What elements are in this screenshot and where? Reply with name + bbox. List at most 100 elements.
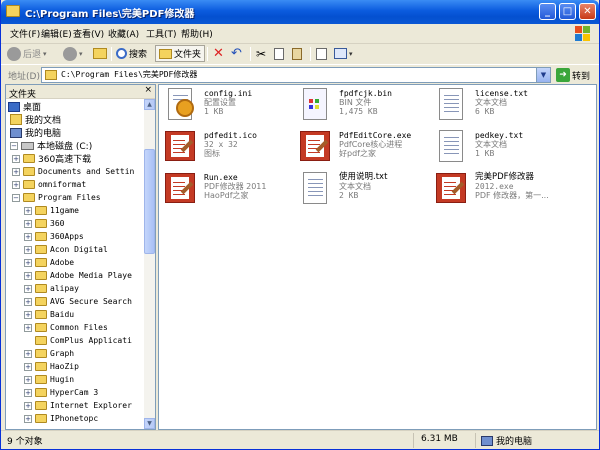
- folder-icon: [6, 5, 20, 17]
- undo-button[interactable]: ↶: [231, 45, 242, 62]
- drive-icon: [21, 141, 34, 150]
- menu-file[interactable]: 文件(F): [10, 27, 40, 40]
- paste-button[interactable]: [292, 45, 302, 62]
- tree-item[interactable]: + omniformat: [12, 178, 86, 191]
- scroll-thumb[interactable]: [144, 149, 155, 254]
- address-input[interactable]: C:\Program Files\完美PDF修改器 ▼: [41, 67, 551, 83]
- tree-item[interactable]: +360高速下载: [12, 152, 91, 165]
- expand-icon[interactable]: +: [24, 349, 32, 358]
- go-button[interactable]: ➜ 转到: [556, 68, 590, 82]
- status-divider: [475, 433, 476, 448]
- tree-item[interactable]: +360Apps: [24, 230, 84, 243]
- folder-icon: [23, 154, 35, 163]
- expand-icon[interactable]: +: [24, 375, 32, 384]
- forward-button[interactable]: ▾: [63, 45, 83, 62]
- folders-button[interactable]: 文件夹: [155, 45, 206, 62]
- copy-button[interactable]: [274, 45, 284, 62]
- tree-item[interactable]: + Baidu: [24, 308, 74, 321]
- menu-view[interactable]: 查看(V): [73, 27, 104, 40]
- expand-icon[interactable]: +: [24, 258, 32, 267]
- file-item[interactable]: pdfedit.ico 32 x 32 图标: [162, 129, 302, 169]
- tree-item[interactable]: + IPhonetopc: [24, 412, 98, 425]
- expand-icon[interactable]: +: [24, 232, 32, 241]
- folder-icon: [23, 167, 35, 176]
- expand-icon[interactable]: +: [24, 388, 32, 397]
- back-button[interactable]: 后退 ▾: [7, 45, 47, 62]
- properties-button[interactable]: [316, 45, 327, 62]
- expand-icon[interactable]: +: [24, 271, 32, 280]
- search-button[interactable]: 搜索: [116, 45, 147, 62]
- file-item[interactable]: config.ini 配置设置 1 KB: [162, 87, 302, 127]
- expand-icon[interactable]: +: [24, 401, 32, 410]
- file-name: 使用说明.txt: [339, 172, 388, 182]
- expand-icon[interactable]: +: [24, 297, 32, 306]
- menu-tools[interactable]: 工具(T): [146, 27, 177, 40]
- views-button[interactable]: ▾: [334, 45, 353, 62]
- expand-icon[interactable]: +: [24, 284, 32, 293]
- file-detail: 文本文档: [339, 182, 371, 191]
- tree-item[interactable]: + HyperCam 3: [24, 386, 98, 399]
- menu-edit[interactable]: 编辑(E): [41, 27, 72, 40]
- maximize-button[interactable]: □: [559, 3, 576, 20]
- expand-icon[interactable]: +: [12, 167, 20, 176]
- tree-item[interactable]: ComPlus Applicati: [24, 334, 132, 347]
- expand-icon[interactable]: +: [24, 323, 32, 332]
- tree-item[interactable]: + Internet Explorer: [24, 399, 132, 412]
- close-button[interactable]: ✕: [579, 3, 596, 20]
- minimize-button[interactable]: _: [539, 3, 556, 20]
- tree-item[interactable]: + Adobe: [24, 256, 74, 269]
- file-item[interactable]: 完美PDF修改器 2012.exe PDF 修改器，第一...: [433, 171, 573, 211]
- expand-icon[interactable]: +: [24, 414, 32, 423]
- tree-item[interactable]: 我的文档: [10, 113, 61, 126]
- menu-favorites[interactable]: 收藏(A): [108, 27, 139, 40]
- up-folder-icon: [93, 48, 107, 59]
- tree-item[interactable]: + Documents and Settin: [12, 165, 134, 178]
- text-file-icon: [433, 87, 469, 123]
- file-item[interactable]: 使用说明.txt 文本文档 2 KB: [297, 171, 437, 211]
- tree-item[interactable]: + Graph: [24, 347, 74, 360]
- scroll-down-button[interactable]: ▼: [144, 418, 155, 429]
- tree-item[interactable]: + Hugin: [24, 373, 74, 386]
- cut-button[interactable]: ✂: [256, 45, 266, 62]
- file-item[interactable]: PdfEditCore.exe PdfCore核心进程 好pdf之家: [297, 129, 437, 169]
- expand-icon[interactable]: +: [24, 310, 32, 319]
- search-label: 搜索: [129, 50, 148, 60]
- tree-item[interactable]: + HaoZip: [24, 360, 79, 373]
- tree-item-label: 360: [50, 219, 65, 228]
- folder-pane-close-button[interactable]: ×: [144, 85, 152, 95]
- collapse-icon[interactable]: −: [12, 193, 20, 202]
- scroll-up-button[interactable]: ▲: [144, 99, 155, 110]
- tree-item[interactable]: +11game: [24, 204, 79, 217]
- collapse-icon[interactable]: −: [10, 141, 18, 150]
- tree-item[interactable]: 我的电脑: [10, 126, 61, 139]
- title-bar[interactable]: C:\Program Files\完美PDF修改器 _ □ ✕: [1, 0, 599, 24]
- file-item[interactable]: license.txt 文本文档 6 KB: [433, 87, 573, 127]
- tree-item[interactable]: + Acon Digital: [24, 243, 108, 256]
- file-item[interactable]: Run.exe PDF修改器 2011 HaoPdf之家: [162, 171, 302, 211]
- tree-item[interactable]: + AVG Secure Search: [24, 295, 132, 308]
- tree-item[interactable]: − Program Files: [12, 191, 101, 204]
- folder-tree: 桌面 我的文档 我的电脑 − 本地磁盘 (C:) +360高速下载 + Documents a…: [6, 99, 144, 429]
- up-folder-button[interactable]: [93, 45, 107, 62]
- file-item[interactable]: fpdfcjk.bin BIN 文件 1,475 KB: [297, 87, 437, 127]
- tree-item[interactable]: +360: [24, 217, 64, 230]
- delete-button[interactable]: ✕: [213, 45, 224, 62]
- expand-icon[interactable]: +: [12, 154, 20, 163]
- tree-item[interactable]: 桌面: [8, 100, 41, 113]
- expand-icon[interactable]: +: [12, 180, 20, 189]
- menu-help[interactable]: 帮助(H): [181, 27, 213, 40]
- expand-icon[interactable]: +: [24, 245, 32, 254]
- tree-item-label: Adobe Media Playe: [50, 271, 132, 280]
- tree-item-label: HyperCam 3: [50, 388, 99, 397]
- folder-pane-scrollbar[interactable]: ▲ ▼: [144, 99, 155, 429]
- tree-item[interactable]: + Adobe Media Playe: [24, 269, 132, 282]
- tree-item[interactable]: − 本地磁盘 (C:): [10, 139, 92, 152]
- expand-icon[interactable]: +: [24, 362, 32, 371]
- tree-item[interactable]: + alipay: [24, 282, 79, 295]
- file-item[interactable]: pedkey.txt 文本文档 1 KB: [433, 129, 573, 169]
- expand-icon[interactable]: +: [24, 206, 32, 215]
- tree-item[interactable]: + Common Files: [24, 321, 108, 334]
- address-dropdown-button[interactable]: ▼: [536, 68, 550, 82]
- expand-icon[interactable]: +: [24, 219, 32, 228]
- address-value: C:\Program Files\完美PDF修改器: [61, 70, 198, 79]
